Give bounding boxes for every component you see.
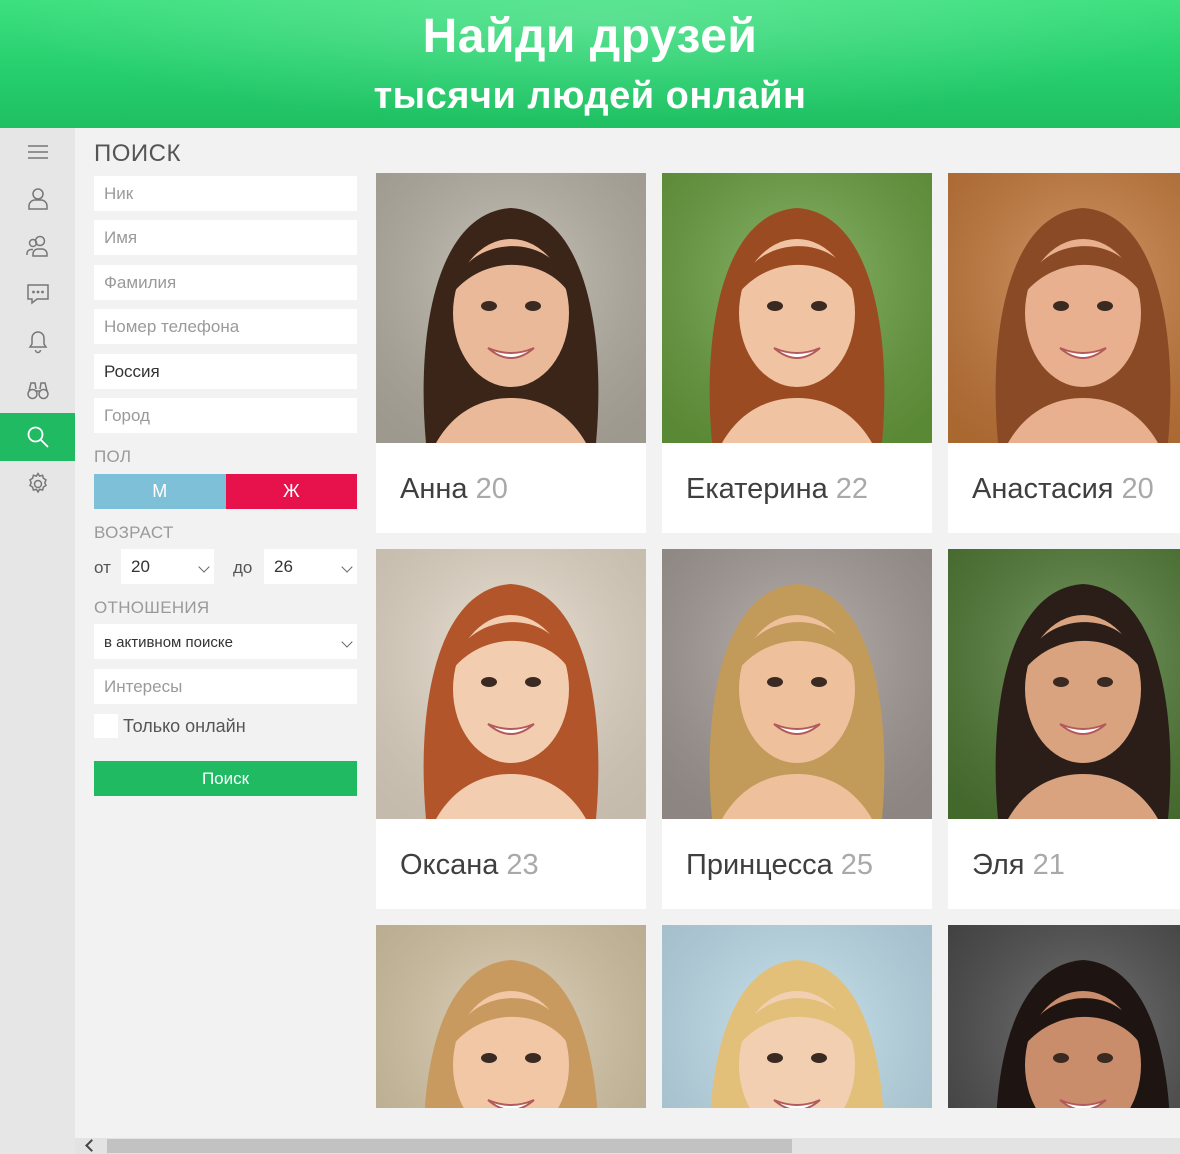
relations-label: ОТНОШЕНИЯ bbox=[94, 598, 210, 617]
profile-name: Оксана bbox=[400, 849, 499, 881]
profile-age: 20 bbox=[1121, 473, 1154, 505]
nick-input[interactable] bbox=[94, 176, 357, 211]
profile-age: 23 bbox=[506, 849, 539, 881]
profile-caption: Анастасия 20 bbox=[948, 443, 1180, 533]
age-to-value: 26 bbox=[274, 557, 293, 576]
binoculars-icon bbox=[26, 382, 49, 400]
messages-icon bbox=[26, 284, 49, 305]
search-submit-button[interactable]: Поиск bbox=[94, 761, 357, 796]
horizontal-scrollbar[interactable] bbox=[75, 1138, 1180, 1154]
scroll-left-arrow-icon[interactable] bbox=[85, 1139, 98, 1152]
age-label: ВОЗРАСТ bbox=[94, 523, 174, 542]
profile-caption: Принцесса 25 bbox=[662, 819, 932, 909]
profile-caption: Екатерина 22 bbox=[662, 443, 932, 533]
profile-name: Екатерина bbox=[686, 473, 828, 505]
profile-photo[interactable] bbox=[948, 173, 1180, 443]
profile-photo[interactable] bbox=[662, 549, 932, 819]
sidebar-item-profile[interactable] bbox=[0, 174, 75, 222]
menu-icon bbox=[27, 145, 48, 159]
profile-photo[interactable] bbox=[948, 925, 1180, 1108]
chevron-down-icon bbox=[341, 636, 353, 648]
search-title: ПОИСК bbox=[94, 140, 181, 167]
country-input[interactable] bbox=[94, 354, 357, 389]
age-from-select[interactable]: 20 bbox=[121, 549, 214, 584]
name-input[interactable] bbox=[94, 220, 357, 255]
search-panel: ПОИСК ПОЛ М Ж ВОЗРАСТ от 20 до 26 ОТНОШЕ… bbox=[75, 128, 375, 1138]
banner-title: Найди друзей bbox=[422, 10, 758, 63]
chevron-down-icon bbox=[341, 561, 353, 573]
sidebar-item-guests[interactable] bbox=[0, 366, 75, 414]
friends-icon bbox=[25, 235, 48, 257]
chevron-down-icon bbox=[198, 561, 210, 573]
profile-photo[interactable] bbox=[376, 549, 646, 819]
banner-subtitle: тысячи людей онлайн bbox=[373, 75, 807, 117]
age-from-value: 20 bbox=[131, 557, 150, 576]
profile-card[interactable]: Екатерина 22 bbox=[662, 173, 932, 533]
profile-age: 20 bbox=[475, 473, 508, 505]
profile-card[interactable]: Анна 20 bbox=[376, 173, 646, 533]
profile-photo[interactable] bbox=[948, 549, 1180, 819]
bell-icon bbox=[28, 331, 47, 354]
sidebar-item-settings[interactable] bbox=[0, 460, 75, 508]
gender-toggle: М Ж bbox=[94, 474, 357, 509]
profile-card[interactable] bbox=[948, 925, 1180, 1108]
online-only-checkbox[interactable] bbox=[94, 714, 118, 738]
age-to-select[interactable]: 26 bbox=[264, 549, 357, 584]
sidebar-rail bbox=[0, 128, 75, 1154]
profile-photo[interactable] bbox=[376, 925, 646, 1108]
profile-photo[interactable] bbox=[662, 925, 932, 1108]
promo-banner: Найди друзей тысячи людей онлайн bbox=[0, 0, 1180, 128]
relations-value: в активном поиске bbox=[104, 634, 233, 651]
sidebar-item-search[interactable] bbox=[0, 413, 75, 461]
phone-input[interactable] bbox=[94, 309, 357, 344]
profile-card[interactable]: Эля 21 bbox=[948, 549, 1180, 909]
gender-label: ПОЛ bbox=[94, 447, 132, 466]
sidebar-item-messages[interactable] bbox=[0, 270, 75, 318]
profile-age: 21 bbox=[1032, 849, 1065, 881]
profile-icon bbox=[27, 188, 48, 210]
age-from-label: от bbox=[94, 558, 111, 577]
interests-input[interactable] bbox=[94, 669, 357, 704]
search-icon bbox=[27, 426, 49, 448]
profile-card[interactable] bbox=[376, 925, 646, 1108]
profile-card[interactable] bbox=[662, 925, 932, 1108]
profile-photo[interactable] bbox=[662, 173, 932, 443]
age-to-label: до bbox=[233, 558, 253, 577]
profile-caption: Анна 20 bbox=[376, 443, 646, 533]
scrollbar-thumb[interactable] bbox=[107, 1139, 792, 1153]
profile-name: Анна bbox=[400, 473, 468, 505]
profile-photo[interactable] bbox=[376, 173, 646, 443]
surname-input[interactable] bbox=[94, 265, 357, 300]
profile-name: Эля bbox=[972, 849, 1025, 881]
gear-icon bbox=[28, 472, 47, 494]
profile-name: Принцесса bbox=[686, 849, 833, 881]
profile-caption: Эля 21 bbox=[948, 819, 1180, 909]
gender-female-button[interactable]: Ж bbox=[225, 474, 357, 509]
profile-caption: Оксана 23 bbox=[376, 819, 646, 909]
menu-button[interactable] bbox=[0, 128, 75, 176]
relations-select[interactable]: в активном поиске bbox=[94, 624, 357, 659]
profile-name: Анастасия bbox=[972, 473, 1114, 505]
sidebar-item-friends[interactable] bbox=[0, 222, 75, 270]
online-only-toggle[interactable]: Только онлайн bbox=[94, 713, 246, 739]
profile-card[interactable]: Анастасия 20 bbox=[948, 173, 1180, 533]
sidebar-item-notifications[interactable] bbox=[0, 318, 75, 366]
profile-card[interactable]: Принцесса 25 bbox=[662, 549, 932, 909]
city-input[interactable] bbox=[94, 398, 357, 433]
profile-age: 25 bbox=[840, 849, 874, 881]
profile-age: 22 bbox=[835, 473, 869, 505]
online-only-label: Только онлайн bbox=[123, 715, 246, 736]
profile-card[interactable]: Оксана 23 bbox=[376, 549, 646, 909]
gender-male-button[interactable]: М bbox=[94, 474, 226, 509]
age-range: от 20 до 26 bbox=[94, 549, 357, 584]
